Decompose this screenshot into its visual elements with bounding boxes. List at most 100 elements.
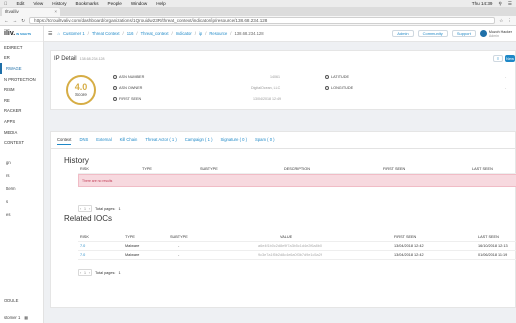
- sidebar-item-er[interactable]: ER: [0, 53, 43, 64]
- table-row[interactable]: 7.0 Malware - a6e4f1b0c2d8e9f7a3b5c1d4e2…: [78, 242, 516, 251]
- breadcrumb-item[interactable]: Resource: [209, 31, 227, 36]
- list-view-button[interactable]: ≡: [493, 55, 503, 62]
- menu-bookmarks[interactable]: Bookmarks: [76, 1, 99, 6]
- brand-name: iliv.: [4, 30, 16, 37]
- tab-campaign[interactable]: Campaign ( 1 ): [185, 137, 213, 145]
- apple-icon[interactable]: : [4, 1, 7, 6]
- browser-tab[interactable]: Iltvalliv ×: [2, 7, 60, 16]
- longitude-label: LONGITUDE: [325, 86, 353, 90]
- tab-spam[interactable]: Spam ( 0 ): [255, 137, 275, 145]
- bookmark-star-icon[interactable]: ☆: [499, 18, 503, 24]
- menu-help[interactable]: Help: [156, 1, 165, 6]
- sidebar-item-media[interactable]: MEDIA: [0, 127, 43, 138]
- page-select[interactable]: ‹ 1 ›: [78, 205, 92, 212]
- col-value[interactable]: VALUE: [280, 235, 292, 239]
- col-last-seen[interactable]: LAST SEEN: [472, 167, 493, 171]
- tab-kill-chain[interactable]: Kill Chain: [120, 137, 138, 145]
- chevron-left-icon[interactable]: ‹: [80, 207, 81, 211]
- history-header-row: RISK TYPE SUBTYPE DESCRIPTION FIRST SEEN…: [78, 165, 516, 174]
- asn-owner-label-text: ASN OWNER: [119, 86, 143, 90]
- new-button[interactable]: New: [505, 55, 515, 62]
- menu-edit[interactable]: Edit: [16, 1, 24, 6]
- col-risk[interactable]: RISK: [80, 167, 89, 171]
- sidebar-item-re[interactable]: RE: [0, 95, 43, 106]
- menu-people[interactable]: People: [108, 1, 122, 6]
- tab-dns[interactable]: DNS: [79, 137, 88, 145]
- chevron-right-icon[interactable]: ›: [89, 207, 90, 211]
- latitude-label-text: LATITUDE: [331, 75, 350, 79]
- sidebar-sub-item[interactable]: es: [0, 208, 43, 221]
- col-type[interactable]: TYPE: [125, 235, 135, 239]
- sidebar-item-protection[interactable]: N PROTECTION: [0, 74, 43, 85]
- sidebar-sub-item[interactable]: gn: [0, 156, 43, 169]
- location-pin-icon: [325, 86, 329, 90]
- latitude-value: -: [505, 75, 507, 79]
- customer-switcher[interactable]: stomer 1 ▦: [0, 313, 44, 321]
- col-first-seen[interactable]: FIRST SEEN: [394, 235, 416, 239]
- col-risk[interactable]: RISK: [80, 235, 89, 239]
- menu-toggle-icon[interactable]: ☰: [48, 31, 52, 37]
- brand-logo[interactable]: iliv. IN SIGHTS: [0, 26, 43, 42]
- back-icon[interactable]: ←: [4, 18, 9, 23]
- forward-icon[interactable]: →: [13, 18, 18, 23]
- avatar: [479, 30, 487, 37]
- chevron-right-icon[interactable]: ›: [89, 271, 90, 275]
- sidebar-item-context[interactable]: CONTEXT: [0, 137, 43, 148]
- tab-threat-actor[interactable]: Threat Actor ( 1 ): [145, 137, 176, 145]
- breadcrumb-item[interactable]: ip: [199, 31, 202, 36]
- breadcrumb-item[interactable]: Threat Context: [92, 31, 120, 36]
- col-last-seen[interactable]: LAST SEEN: [478, 235, 499, 239]
- support-button[interactable]: Support: [451, 30, 476, 37]
- browser-tab-bar: Iltvalliv ×: [0, 7, 516, 16]
- risk-cell[interactable]: 7.0: [80, 244, 85, 248]
- col-subtype[interactable]: SUBTYPE: [200, 167, 218, 171]
- menu-view[interactable]: View: [33, 1, 43, 6]
- search-icon[interactable]: ⚲: [499, 1, 502, 7]
- breadcrumb-item[interactable]: Threat_context: [141, 31, 169, 36]
- col-subtype[interactable]: SUBTYPE: [170, 235, 188, 239]
- menu-extra-icon[interactable]: ☰: [508, 1, 512, 7]
- sidebar-item-rism[interactable]: RISM: [0, 84, 43, 95]
- sidebar-sub-item[interactable]: tterm: [0, 182, 43, 195]
- value-cell[interactable]: 9c3e7a1f5b2d8c4e6a0f3b7d9e1c5a2f: [258, 253, 322, 257]
- tab-context[interactable]: Context: [57, 137, 72, 145]
- sidebar-item-tracker[interactable]: RACKER: [0, 106, 43, 117]
- community-button[interactable]: Community: [417, 30, 448, 37]
- value-cell[interactable]: a6e4f1b0c2d8e9f7a3b5c1d4e2f6a8b0: [258, 244, 322, 248]
- clock: Thu 14:39: [471, 0, 493, 6]
- home-icon[interactable]: ⌂: [57, 31, 60, 36]
- sidebar-item-rwage[interactable]: RWAGE: [0, 63, 43, 74]
- page-select[interactable]: ‹ 1 ›: [78, 269, 92, 276]
- sidebar-item-module[interactable]: ODULE: [4, 298, 18, 303]
- menu-window[interactable]: Window: [131, 1, 147, 6]
- breadcrumb-item[interactable]: Indicator: [176, 31, 192, 36]
- tab-external[interactable]: External: [96, 137, 111, 145]
- sidebar-item-redirect[interactable]: EDIRECT: [0, 42, 43, 53]
- tab-signature[interactable]: Signature ( 0 ): [220, 137, 247, 145]
- chevron-left-icon[interactable]: ‹: [80, 271, 81, 275]
- browser-menu-icon[interactable]: ⋮: [507, 18, 512, 24]
- reload-icon[interactable]: ↻: [21, 18, 25, 24]
- col-description[interactable]: DESCRIPTION: [284, 167, 310, 171]
- menu-history[interactable]: History: [52, 1, 66, 6]
- table-row[interactable]: 7.0 Malware - 9c3e7a1f5b2d8c4e6a0f3b7d9e…: [78, 251, 516, 260]
- related-iocs-table: RISK TYPE SUBTYPE VALUE FIRST SEEN LAST …: [78, 233, 516, 260]
- sidebar-sub-item[interactable]: rs: [0, 169, 43, 182]
- sidebar-nav: EDIRECT ER RWAGE N PROTECTION RISM RE RA…: [0, 42, 43, 148]
- customer-name: stomer 1: [4, 314, 21, 320]
- breadcrumb-item[interactable]: 116: [127, 31, 134, 36]
- close-tab-icon[interactable]: ×: [54, 9, 57, 14]
- sidebar-item-apps[interactable]: APPS: [0, 116, 43, 127]
- subtype-cell: -: [178, 253, 180, 257]
- user-menu[interactable]: Muzoh Hacker Admin: [479, 30, 512, 38]
- col-first-seen[interactable]: FIRST SEEN: [383, 167, 405, 171]
- subtype-cell: -: [178, 244, 180, 248]
- address-bar[interactable]: https://tcrouiltvaliv.com/dashboard/orga…: [29, 17, 496, 24]
- col-type[interactable]: TYPE: [142, 167, 152, 171]
- breadcrumb-item[interactable]: Customer 1: [63, 31, 85, 36]
- type-cell: Malware: [125, 244, 140, 248]
- grid-icon[interactable]: ▦: [24, 315, 28, 320]
- sidebar-sub-item[interactable]: s: [0, 195, 43, 208]
- risk-cell[interactable]: 7.0: [80, 253, 85, 257]
- admin-button[interactable]: Admin: [392, 30, 414, 37]
